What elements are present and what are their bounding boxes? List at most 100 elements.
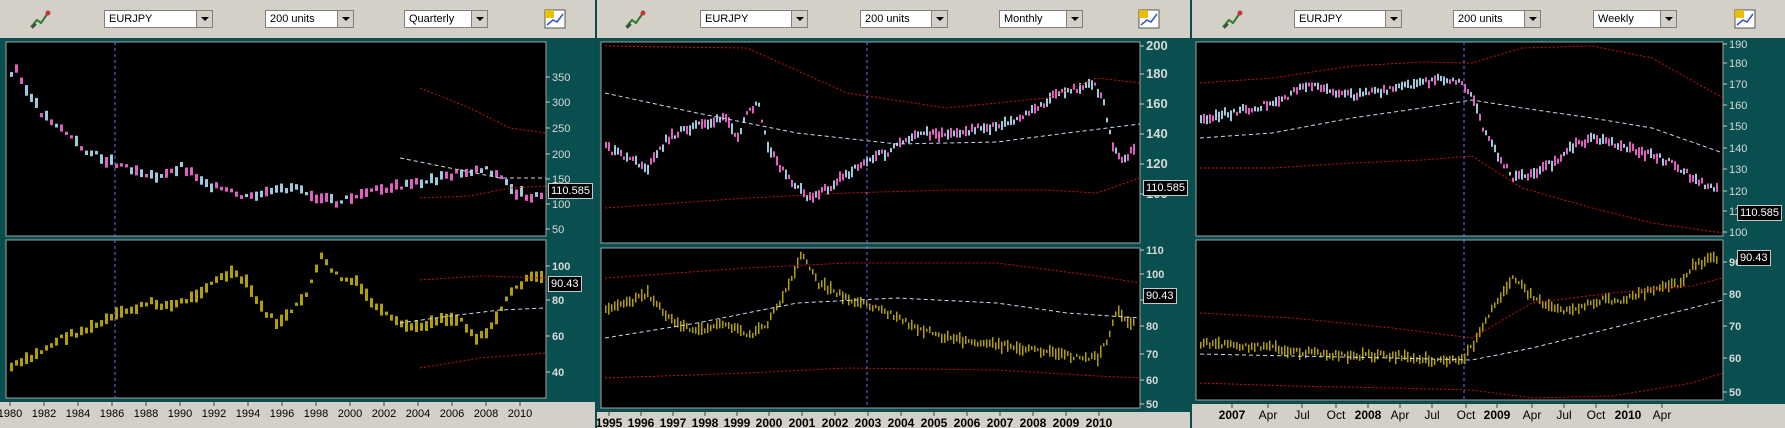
chevron-down-icon[interactable] <box>337 11 353 27</box>
indicator-bar <box>1275 340 1277 352</box>
units-select[interactable]: 200 units <box>860 10 948 28</box>
units-value: 200 units <box>1458 13 1503 25</box>
period-select[interactable]: Weekly <box>1593 10 1677 28</box>
price-bar <box>1016 116 1018 121</box>
time-tick-label: 1995 <box>597 416 623 428</box>
price-bar <box>370 188 373 192</box>
indicator-bar <box>806 259 808 265</box>
price-bar <box>1028 110 1030 116</box>
chevron-down-icon[interactable] <box>791 11 807 27</box>
indicator-bar <box>240 276 243 284</box>
chevron-down-icon[interactable] <box>196 11 212 27</box>
toolbar: EURJPY 200 units Monthly <box>597 0 1190 39</box>
price-bar <box>833 180 835 190</box>
units-select[interactable]: 200 units <box>1453 10 1541 28</box>
price-bar <box>55 123 58 128</box>
time-tick-label: 2001 <box>789 416 816 428</box>
price-bar <box>959 129 961 138</box>
price-bar <box>150 170 153 179</box>
price-bar <box>695 120 697 129</box>
price-bar <box>737 132 739 142</box>
chevron-down-icon[interactable] <box>1660 11 1676 27</box>
chart-area[interactable]: 1901801701601501401301201101009080706050… <box>1192 38 1785 428</box>
price-bar <box>992 122 994 127</box>
indicator-bar <box>1449 355 1451 365</box>
indicator-bar <box>210 281 213 285</box>
indicator-bar <box>668 314 670 320</box>
indicator-bar <box>1698 257 1700 265</box>
price-bar <box>85 150 88 155</box>
price-bar <box>385 187 388 193</box>
indicator-bar <box>1701 259 1703 270</box>
symbol-select[interactable]: EURJPY <box>1294 10 1402 28</box>
indicator-bar <box>644 293 646 300</box>
price-bar <box>240 195 243 199</box>
indicator-tick-label: 70 <box>1146 349 1158 361</box>
symbol-select[interactable]: EURJPY <box>104 10 213 28</box>
price-bar <box>929 131 931 141</box>
price-bar <box>480 168 483 174</box>
chart-settings-icon[interactable] <box>1733 8 1757 30</box>
indicator-bar <box>470 329 473 337</box>
indicator-bar <box>1233 341 1235 349</box>
chart-area[interactable]: 350300250200150100501008060401980 1982 198… <box>0 38 595 428</box>
period-select[interactable]: Monthly <box>999 10 1083 28</box>
chevron-down-icon[interactable] <box>1524 11 1540 27</box>
price-bar <box>1332 88 1334 96</box>
price-bar <box>255 191 258 201</box>
price-bar <box>1614 143 1616 148</box>
price-bar <box>704 119 706 128</box>
price-bar <box>791 179 793 188</box>
period-select[interactable]: Quarterly <box>404 10 488 28</box>
indicator-bar <box>1632 290 1634 300</box>
indicator-bar <box>746 333 748 338</box>
indicator-bar <box>385 311 388 316</box>
indicator-bar <box>365 288 368 301</box>
indicator-bar <box>626 296 628 307</box>
price-bar <box>1314 82 1316 87</box>
price-bar <box>1548 160 1550 165</box>
price-bar <box>1491 139 1493 147</box>
time-tick-label: 1998 <box>692 416 719 428</box>
indicator-bar <box>305 292 308 297</box>
price-bar <box>1326 83 1328 94</box>
chart-settings-icon[interactable] <box>1137 8 1161 30</box>
indicator-bar <box>1049 344 1051 357</box>
indicator-bar <box>435 318 438 326</box>
price-tick-label: 50 <box>552 224 564 236</box>
price-bar <box>1656 153 1658 164</box>
chevron-down-icon[interactable] <box>471 11 487 27</box>
time-tick-label: 2006 <box>954 416 981 428</box>
chart-tool-icon[interactable] <box>28 8 52 30</box>
indicator-bar <box>1338 351 1340 362</box>
chart-tool-icon[interactable] <box>623 8 647 30</box>
price-bar <box>1473 95 1475 106</box>
chart-settings-icon[interactable] <box>543 8 567 30</box>
indicator-bar <box>1118 305 1120 318</box>
indicator-bar <box>1530 288 1532 299</box>
units-select[interactable]: 200 units <box>265 10 354 28</box>
indicator-bar <box>779 300 781 306</box>
indicator-bar <box>1629 293 1631 299</box>
indicator-bar <box>956 334 958 342</box>
indicator-bar <box>701 322 703 335</box>
indicator-bar <box>713 324 715 329</box>
indicator-bar <box>395 316 398 326</box>
chevron-down-icon[interactable] <box>931 11 947 27</box>
chart-tool-icon[interactable] <box>1220 8 1244 30</box>
chevron-down-icon[interactable] <box>1385 11 1401 27</box>
chart-area[interactable]: 2001801601401201001101009080706050199519… <box>597 38 1190 428</box>
price-badge: 110.585 <box>1737 205 1782 221</box>
symbol-select[interactable]: EURJPY <box>700 10 808 28</box>
price-bar <box>425 180 428 184</box>
price-bar <box>1254 106 1256 112</box>
price-bar <box>983 123 985 134</box>
chevron-down-icon[interactable] <box>1066 11 1082 27</box>
indicator-bar <box>794 265 796 279</box>
price-bar <box>1677 164 1679 173</box>
price-bar <box>535 192 538 197</box>
indicator-bar <box>130 306 133 314</box>
price-bar <box>662 144 664 152</box>
indicator-bar <box>803 254 805 260</box>
price-bar <box>350 193 353 204</box>
